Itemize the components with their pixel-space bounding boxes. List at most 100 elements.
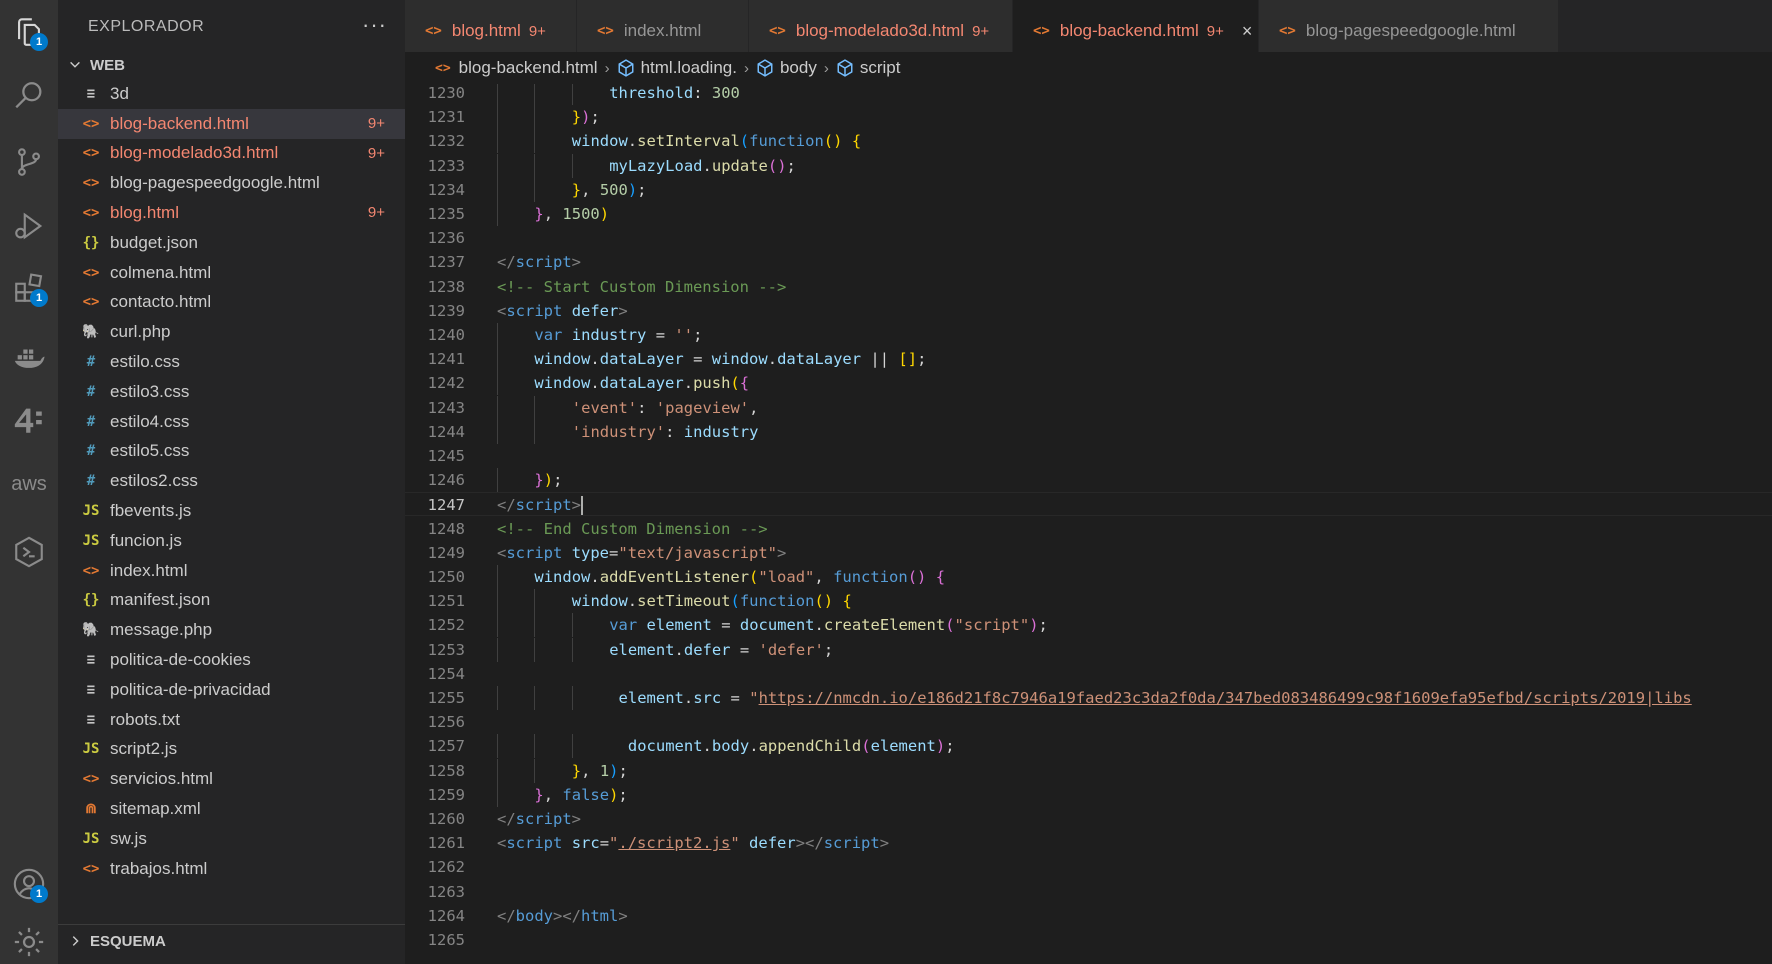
accounts-button[interactable]: 1 bbox=[7, 862, 51, 906]
code-line[interactable]: 1247 </script> bbox=[405, 492, 1772, 517]
file-type-icon: <> bbox=[82, 264, 100, 281]
breadcrumb-script-label: script bbox=[859, 58, 901, 77]
code-line[interactable]: 1257 document.body.appendChild(element); bbox=[405, 734, 1772, 759]
file-name: fbevents.js bbox=[110, 501, 192, 521]
outline-section[interactable]: ESQUEMA bbox=[58, 926, 405, 956]
file-item[interactable]: # estilo.css bbox=[58, 347, 405, 377]
code-line[interactable]: 1235}, 1500) bbox=[405, 202, 1772, 226]
file-item[interactable]: <> blog-pagespeedgoogle.html bbox=[58, 168, 405, 198]
code-token: html bbox=[581, 906, 619, 925]
code-line[interactable]: 1234}, 500); bbox=[405, 177, 1772, 202]
search-button[interactable] bbox=[7, 74, 51, 118]
code-line[interactable]: 1253 element.defer = 'defer'; bbox=[405, 637, 1772, 662]
code-line[interactable]: 1250 window.addEventListener("load", func… bbox=[405, 565, 1772, 589]
file-item[interactable]: JS sw.js bbox=[58, 824, 405, 854]
code-line[interactable]: 1242 window.dataLayer.push({ bbox=[405, 371, 1772, 396]
code-token: </ bbox=[497, 253, 516, 272]
code-token: . bbox=[702, 737, 712, 756]
code-text: element.defer = 'defer'; bbox=[609, 638, 833, 662]
file-item[interactable]: ≡ robots.txt bbox=[58, 705, 405, 735]
file-item[interactable]: # estilo3.css bbox=[58, 377, 405, 407]
file-item[interactable]: # estilo4.css bbox=[58, 407, 405, 437]
code-line[interactable]: 1249 <script type="text/javascript"> bbox=[405, 541, 1772, 565]
code-line[interactable]: 1231}); bbox=[405, 105, 1772, 130]
folder-section-web[interactable]: WEB bbox=[58, 50, 405, 80]
code-line[interactable]: 1239 <script defer> bbox=[405, 299, 1772, 323]
code-line[interactable]: 1251 window.setTimeout(function() { bbox=[405, 589, 1772, 614]
code-line[interactable]: 1263 bbox=[405, 880, 1772, 904]
code-line[interactable]: 1260 </script> bbox=[405, 807, 1772, 831]
line-number: 1259 bbox=[427, 785, 465, 804]
breadcrumb-script[interactable]: script bbox=[836, 58, 901, 78]
run-debug-button[interactable] bbox=[7, 204, 51, 248]
file-item[interactable]: JS funcion.js bbox=[58, 526, 405, 556]
code-line[interactable]: 1256 bbox=[405, 710, 1772, 734]
aws-button[interactable]: aws bbox=[7, 462, 51, 506]
file-item[interactable]: <> contacto.html bbox=[58, 288, 405, 318]
code-text: 'industry': industry bbox=[572, 420, 759, 444]
code-line[interactable]: 1261 <script src="./script2.js" defer></s… bbox=[405, 831, 1772, 855]
file-item[interactable]: 🐘 message.php bbox=[58, 615, 405, 645]
file-item[interactable]: <> servicios.html bbox=[58, 764, 405, 794]
code-line[interactable]: 1233 myLazyLoad.update(); bbox=[405, 153, 1772, 178]
docker-button[interactable] bbox=[7, 336, 51, 380]
remote-explorer-button[interactable] bbox=[7, 530, 51, 574]
code-line[interactable]: 1252 var element = document.createElement… bbox=[405, 613, 1772, 638]
code-line[interactable]: 1258}, 1); bbox=[405, 758, 1772, 783]
source-control-button[interactable] bbox=[7, 140, 51, 184]
extensions-button[interactable]: 1 bbox=[7, 266, 51, 310]
code-token: 500 bbox=[599, 180, 628, 199]
indent-guide bbox=[571, 637, 573, 662]
code-line[interactable]: 1230 threshold: 300 bbox=[405, 84, 1772, 105]
code-line[interactable]: 1259}, false); bbox=[405, 782, 1772, 807]
code-line[interactable]: 1237 </script> bbox=[405, 250, 1772, 274]
code-editor[interactable]: 1230 threshold: 300 1231}); 1232 window.setI… bbox=[405, 84, 1772, 964]
file-item[interactable]: # estilo5.css bbox=[58, 437, 405, 467]
file-item[interactable]: ⋒ sitemap.xml bbox=[58, 794, 405, 824]
file-item[interactable]: <> trabajos.html bbox=[58, 854, 405, 884]
forty-two-button[interactable] bbox=[7, 398, 51, 442]
file-item[interactable]: {} manifest.json bbox=[58, 586, 405, 616]
more-actions-icon[interactable]: ··· bbox=[362, 12, 387, 38]
code-line[interactable]: 1243 'event': 'pageview', bbox=[405, 395, 1772, 420]
file-item[interactable]: 🐘 curl.php bbox=[58, 317, 405, 347]
code-line[interactable]: 1255 element.src = "https://nmcdn.io/e186… bbox=[405, 686, 1772, 710]
close-icon[interactable]: × bbox=[1242, 21, 1253, 42]
file-item[interactable]: <> index.html bbox=[58, 556, 405, 586]
breadcrumb-body[interactable]: body bbox=[756, 58, 817, 78]
breadcrumb-file[interactable]: <> blog-backend.html bbox=[435, 58, 598, 78]
code-line[interactable]: 1241 window.dataLayer = window.dataLayer … bbox=[405, 347, 1772, 372]
file-item[interactable]: ≡ politica-de-privacidad bbox=[58, 675, 405, 705]
code-token: ; bbox=[590, 108, 600, 127]
code-line[interactable]: 1254 bbox=[405, 662, 1772, 686]
settings-button[interactable] bbox=[7, 920, 51, 964]
explorer-button[interactable]: 1 bbox=[7, 10, 51, 54]
code-line[interactable]: 1244 'industry': industry bbox=[405, 419, 1772, 444]
code-line[interactable]: 1265 bbox=[405, 928, 1772, 952]
file-item[interactable]: JS fbevents.js bbox=[58, 496, 405, 526]
code-line[interactable]: 1262 bbox=[405, 855, 1772, 879]
file-item[interactable]: {} budget.json bbox=[58, 228, 405, 258]
code-token: , bbox=[581, 761, 600, 780]
code-token: || bbox=[861, 350, 899, 369]
code-line[interactable]: 1248 <!-- End Custom Dimension --> bbox=[405, 517, 1772, 541]
code-line[interactable]: 1238 <!-- Start Custom Dimension --> bbox=[405, 275, 1772, 299]
file-item[interactable]: <> colmena.html bbox=[58, 258, 405, 288]
breadcrumb-html[interactable]: html.loading. bbox=[617, 58, 737, 78]
line-number: 1245 bbox=[427, 447, 465, 465]
file-item[interactable]: JS script2.js bbox=[58, 735, 405, 765]
file-item[interactable]: # estilos2.css bbox=[58, 466, 405, 496]
file-item[interactable]: <> blog.html 9+ bbox=[58, 198, 405, 228]
code-line[interactable]: 1236 bbox=[405, 226, 1772, 250]
file-item[interactable]: ≡ 3d bbox=[58, 79, 405, 109]
file-item[interactable]: ≡ politica-de-cookies bbox=[58, 645, 405, 675]
indent-guide bbox=[497, 782, 498, 807]
code-line[interactable]: 1246}); bbox=[405, 468, 1772, 493]
code-line[interactable]: 1240 var industry = ''; bbox=[405, 323, 1772, 347]
code-line[interactable]: 1264 </body></html> bbox=[405, 904, 1772, 928]
code-line[interactable]: 1232 window.setInterval(function() { bbox=[405, 129, 1772, 154]
file-item[interactable]: <> blog-backend.html 9+ bbox=[58, 108, 405, 139]
code-line[interactable]: 1245 bbox=[405, 444, 1772, 468]
file-item[interactable]: <> blog-modelado3d.html 9+ bbox=[58, 139, 405, 169]
